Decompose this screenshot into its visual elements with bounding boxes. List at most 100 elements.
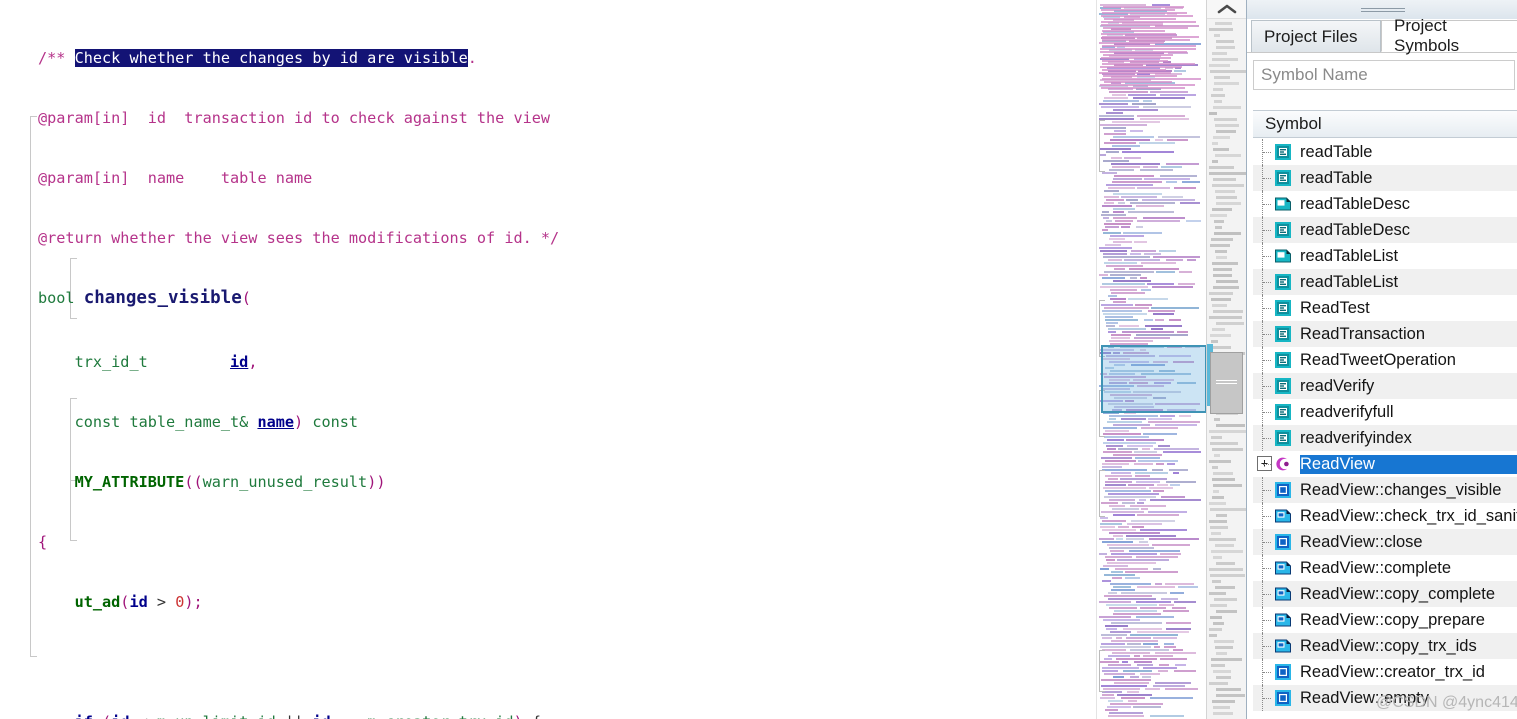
symbol-label: readTableList — [1300, 246, 1399, 265]
tree-connector-dash — [1263, 308, 1271, 310]
code-editor-pane[interactable]: /** Check whether the changes by id are … — [0, 0, 1096, 719]
symbol-label: readverifyfull — [1300, 402, 1394, 421]
tab-label: Project Symbols — [1394, 16, 1460, 55]
tree-connector-dash — [1263, 386, 1271, 388]
func-icon — [1274, 611, 1292, 629]
code-text[interactable]: /** Check whether the changes by id are … — [0, 8, 1096, 719]
tree-connector-dash — [1263, 438, 1271, 440]
symbol-list-item[interactable]: ReadView::empty — [1253, 685, 1517, 711]
symbol-list-item[interactable]: readTableList — [1253, 243, 1517, 269]
class-icon — [1274, 455, 1292, 473]
symbol-list-item[interactable]: readTableList — [1253, 269, 1517, 295]
enum-icon — [1274, 403, 1292, 421]
symbol-label: readTable — [1300, 142, 1373, 161]
member-icon — [1274, 663, 1292, 681]
grip-lines-icon — [1360, 6, 1405, 14]
symbol-label: ReadView::creator_trx_id — [1300, 662, 1485, 681]
member-icon — [1274, 533, 1292, 551]
symbol-search-input[interactable] — [1253, 60, 1515, 90]
tree-connector-dash — [1263, 490, 1271, 492]
member-icon — [1274, 481, 1292, 499]
tab-project-files[interactable]: Project Files — [1251, 20, 1381, 52]
tree-connector-dash — [1263, 360, 1271, 362]
func-icon — [1274, 585, 1292, 603]
tree-connector-dash — [1263, 542, 1271, 544]
symbol-label: readTableList — [1300, 272, 1399, 291]
tree-connector-dash — [1263, 256, 1271, 258]
minimap-viewport-indicator[interactable] — [1101, 345, 1207, 413]
code-line: trx_id_t id, — [74, 353, 258, 371]
enum-icon — [1274, 299, 1292, 317]
outline-scrollbar[interactable] — [1206, 0, 1248, 719]
scrollbar-thumb[interactable] — [1210, 352, 1243, 414]
symbol-label: ReadView::empty — [1300, 688, 1430, 707]
tree-connector-dash — [1263, 334, 1271, 336]
code-line: @return whether the view sees the modifi… — [38, 229, 560, 247]
code-minimap[interactable] — [1096, 0, 1207, 719]
symbol-list-item[interactable]: readTable — [1253, 139, 1517, 165]
enum-icon — [1274, 325, 1292, 343]
code-line: if (id < m_up_limit_id || id == m_creato… — [0, 712, 1096, 719]
code-line: MY_ATTRIBUTE((warn_unused_result)) — [74, 473, 386, 491]
symbol-label: readTable — [1300, 168, 1373, 187]
symbol-list-item[interactable]: ReadView::copy_complete — [1253, 581, 1517, 607]
symbol-list-item[interactable]: readverifyindex — [1253, 425, 1517, 451]
code-line: @param[in] name table name — [38, 169, 313, 187]
symbol-list-item[interactable]: + ReadView — [1253, 451, 1517, 477]
code-editor-window: /** Check whether the changes by id are … — [0, 0, 1517, 719]
symbol-list-item[interactable]: readTable — [1253, 165, 1517, 191]
symbol-label: ReadView::copy_prepare — [1300, 610, 1485, 629]
symbol-list-item[interactable]: readverifyfull — [1253, 399, 1517, 425]
symbol-list-item[interactable]: readVerify — [1253, 373, 1517, 399]
column-header-label: Symbol — [1265, 114, 1322, 133]
symbol-list-item[interactable]: readTableDesc — [1253, 191, 1517, 217]
tree-connector-dash — [1263, 516, 1271, 518]
symbol-list-item[interactable]: readTableDesc — [1253, 217, 1517, 243]
symbol-label: ReadTest — [1300, 298, 1370, 317]
selected-text: Check whether the changes by id are visi… — [74, 49, 468, 67]
scroll-up-button[interactable] — [1207, 0, 1247, 19]
member-icon — [1274, 689, 1292, 707]
code-line: bool changes_visible( — [38, 288, 251, 308]
tree-connector-dash — [1263, 646, 1271, 648]
thumb-grip-icon — [1216, 380, 1237, 386]
tree-connector-dash — [1263, 230, 1271, 232]
code-line: /** Check whether the changes by id are … — [38, 49, 477, 67]
symbol-label: readTableDesc — [1300, 220, 1411, 239]
symbol-list-item[interactable]: ReadView::copy_trx_ids — [1253, 633, 1517, 659]
tree-connector-dash — [1263, 672, 1271, 674]
enum-icon — [1274, 429, 1292, 447]
func-icon — [1274, 637, 1292, 655]
symbol-list-item[interactable]: ReadView::check_trx_id_sanit — [1253, 503, 1517, 529]
tree-connector-dash — [1263, 204, 1271, 206]
symbol-list-column-header[interactable]: Symbol — [1253, 110, 1517, 138]
code-line: ut_ad(id > 0); — [74, 593, 203, 611]
tree-connector-dash — [1263, 178, 1271, 180]
symbol-list[interactable]: readTable readTable readTableDesc readTable… — [1253, 139, 1517, 719]
enum-icon — [1274, 221, 1292, 239]
func-icon — [1274, 507, 1292, 525]
tab-project-symbols[interactable]: Project Symbols — [1381, 16, 1517, 55]
enum-icon — [1274, 169, 1292, 187]
enum-icon — [1274, 351, 1292, 369]
symbol-list-item[interactable]: ReadTest — [1253, 295, 1517, 321]
page-icon — [1274, 247, 1292, 265]
symbol-label: ReadView — [1300, 454, 1517, 474]
tree-connector-dash — [1263, 412, 1271, 414]
tree-connector-dash — [1263, 620, 1271, 622]
symbol-label: ReadView::changes_visible — [1300, 480, 1502, 499]
symbol-list-item[interactable]: ReadView::close — [1253, 529, 1517, 555]
chevron-up-icon — [1217, 4, 1237, 14]
symbol-list-item[interactable]: ReadView::changes_visible — [1253, 477, 1517, 503]
enum-icon — [1274, 143, 1292, 161]
symbol-list-item[interactable]: ReadView::creator_trx_id — [1253, 659, 1517, 685]
symbol-label: ReadTransaction — [1300, 324, 1426, 343]
symbol-list-item[interactable]: ReadTweetOperation — [1253, 347, 1517, 373]
panel-tab-bar: Project Files Project Symbols — [1247, 16, 1517, 55]
symbol-list-item[interactable]: ReadTransaction — [1253, 321, 1517, 347]
code-line: @param[in] id transaction id to check ag… — [38, 109, 551, 127]
symbol-list-item[interactable]: ReadView::complete — [1253, 555, 1517, 581]
code-line: { — [38, 533, 48, 551]
tree-connector-dash — [1263, 568, 1271, 570]
symbol-list-item[interactable]: ReadView::copy_prepare — [1253, 607, 1517, 633]
